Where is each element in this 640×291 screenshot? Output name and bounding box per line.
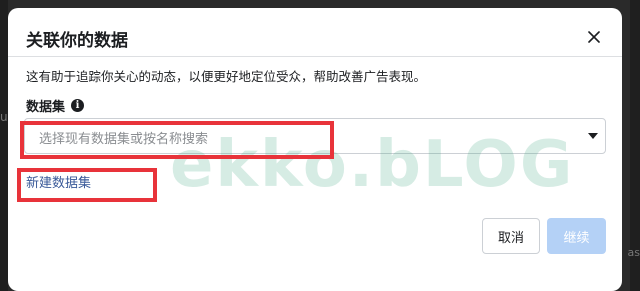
header-divider [8,56,622,57]
dialog-description: 这有助于追踪你关心的动态，以便更好地定位受众，帮助改善广告表现。 [26,69,427,84]
caret-down-icon[interactable] [588,133,598,139]
create-dataset-link[interactable]: 新建数据集 [26,172,91,191]
info-icon[interactable]: i [71,99,85,112]
continue-button[interactable]: 继续 [547,218,606,254]
backdrop-left-edge [0,0,8,291]
dataset-select[interactable]: 选择现有数据集或按名称搜索 [24,118,606,154]
close-icon [588,31,600,43]
dataset-field-label-row: 数据集 i [26,96,85,115]
connect-data-dialog: 关联你的数据 这有助于追踪你关心的动态，以便更好地定位受众，帮助改善广告表现。 … [8,8,622,291]
dataset-field-label: 数据集 [26,100,66,115]
dialog-title: 关联你的数据 [26,31,128,51]
close-button[interactable] [583,26,605,48]
cancel-button[interactable]: 取消 [482,218,540,254]
backdrop-text-right: as [627,246,640,259]
backdrop-text-left: u [0,110,8,124]
dataset-select-placeholder: 选择现有数据集或按名称搜索 [39,132,209,147]
